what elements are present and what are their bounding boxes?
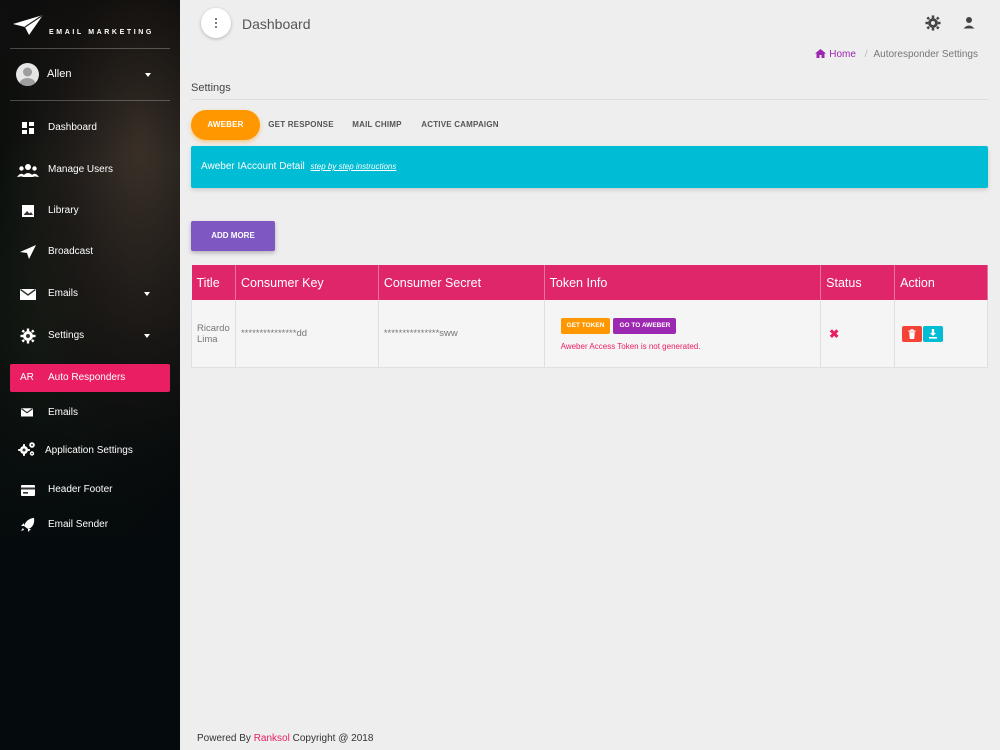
section-title: Settings xyxy=(191,82,231,94)
card-icon xyxy=(21,485,35,496)
tab-active-campaign[interactable]: ACTIVE CAMPAIGN xyxy=(420,110,500,140)
users-icon xyxy=(17,164,39,177)
breadcrumb-home-label: Home xyxy=(829,49,856,60)
page-title: Dashboard xyxy=(242,16,311,32)
gear-icon xyxy=(20,328,36,344)
sidebar-item-email-sender[interactable]: Email Sender xyxy=(10,511,170,539)
sidebar-item-label: Library xyxy=(48,205,79,216)
download-button[interactable] xyxy=(923,325,944,342)
column-header: Consumer Secret xyxy=(378,265,545,300)
footer: Powered By Ranksol Copyright @ 2018 xyxy=(197,733,373,744)
cell-title: Ricardo Lima xyxy=(191,300,236,368)
token-status-message: Aweber Access Token is not generated. xyxy=(560,341,701,351)
sidebar-item-label: Email Sender xyxy=(48,519,109,530)
sidebar-item-label: Dashboard xyxy=(48,122,97,133)
info-panel: Aweber IAccount Detail step by step inst… xyxy=(191,146,988,188)
instructions-link[interactable]: step by step instructions xyxy=(311,162,397,171)
cell-action xyxy=(894,300,988,368)
sidebar-item-dashboard[interactable]: Dashboard xyxy=(10,114,170,142)
breadcrumb: Home / Autoresponder Settings xyxy=(815,49,978,60)
column-header: Consumer Key xyxy=(235,265,379,300)
table-row: Ricardo Lima ***************dd *********… xyxy=(191,300,988,368)
cell-consumer-key: ***************dd xyxy=(235,300,379,368)
sidebar-item-label: Settings xyxy=(48,330,85,341)
close-icon: ✖ xyxy=(829,326,840,341)
chevron-down-icon xyxy=(145,73,151,77)
sidebar-item-label: Header Footer xyxy=(48,484,113,495)
rocket-icon xyxy=(21,518,35,532)
paper-plane-icon xyxy=(13,14,44,35)
info-text-row: Aweber IAccount Detail step by step inst… xyxy=(201,161,396,172)
footer-copyright: Copyright @ 2018 xyxy=(292,733,374,744)
sidebar-item-auto-responders[interactable]: AR Auto Responders xyxy=(10,364,170,392)
chevron-down-icon xyxy=(144,334,150,338)
column-header: Title xyxy=(191,265,236,300)
topbar: Dashboard xyxy=(180,0,1000,48)
cell-token-info: GET TOKEN GO TO AWEBER Aweber Access Toke… xyxy=(544,300,822,368)
sidebar-item-settings[interactable]: Settings xyxy=(10,322,170,350)
breadcrumb-current: Autoresponder Settings xyxy=(873,49,978,60)
home-icon xyxy=(815,49,827,58)
sidebar-item-label: Emails xyxy=(48,288,79,299)
sidebar-item-application-settings[interactable]: Application Settings xyxy=(10,437,170,465)
trash-icon xyxy=(908,328,916,339)
column-header: Status xyxy=(820,265,896,300)
sidebar-item-emails[interactable]: Emails xyxy=(10,280,170,308)
sidebar-item-label: Auto Responders xyxy=(48,372,126,383)
cogs-icon xyxy=(18,442,35,456)
sidebar-divider xyxy=(10,48,170,49)
go-to-aweber-button[interactable]: GO TO AWEBER xyxy=(613,317,677,334)
tab-get-response[interactable]: GET RESPONSE xyxy=(266,110,336,140)
avatar xyxy=(16,63,39,86)
column-header: Action xyxy=(894,265,988,300)
tab-aweber[interactable]: AWEBER xyxy=(191,110,260,140)
send-icon xyxy=(20,245,36,259)
chevron-down-icon xyxy=(144,292,150,296)
add-more-button[interactable]: ADD MORE xyxy=(191,221,275,251)
divider xyxy=(191,99,988,100)
sidebar-item-library[interactable]: Library xyxy=(10,197,170,225)
table-header-row: Title Consumer Key Consumer Secret Token… xyxy=(191,265,988,300)
download-icon xyxy=(929,328,938,339)
mail-icon xyxy=(20,288,36,300)
sidebar-divider xyxy=(10,100,170,101)
sidebar-item-header-footer[interactable]: Header Footer xyxy=(10,476,170,504)
user-menu[interactable]: Allen xyxy=(10,58,170,92)
sidebar-item-emails-settings[interactable]: Emails xyxy=(10,399,170,427)
brand-name: EMAIL MARKETING xyxy=(49,29,154,36)
sidebar-item-label: Manage Users xyxy=(48,164,114,175)
cell-status: ✖ xyxy=(820,300,896,368)
sidebar-item-label: Emails xyxy=(48,407,79,418)
user-icon[interactable] xyxy=(961,15,977,31)
cell-consumer-secret: ***************sww xyxy=(378,300,545,368)
brand[interactable]: EMAIL MARKETING xyxy=(12,12,172,42)
tab-mail-chimp[interactable]: MAIL CHIMP xyxy=(348,110,406,140)
sidebar-item-broadcast[interactable]: Broadcast xyxy=(10,238,170,266)
sidebar: EMAIL MARKETING Allen Dashboard Manage U… xyxy=(0,0,180,750)
image-icon xyxy=(22,205,34,217)
sidebar-item-abbr: AR xyxy=(20,372,34,383)
breadcrumb-home[interactable]: Home xyxy=(815,49,858,60)
get-token-button[interactable]: GET TOKEN xyxy=(560,317,611,334)
menu-toggle-button[interactable] xyxy=(201,8,231,38)
footer-brand-link[interactable]: Ranksol xyxy=(254,733,290,744)
sidebar-item-label: Application Settings xyxy=(45,445,133,456)
gear-icon[interactable] xyxy=(925,15,941,31)
footer-prefix: Powered By xyxy=(197,733,251,744)
column-header: Token Info xyxy=(544,265,822,300)
mail-icon xyxy=(21,408,33,417)
user-name: Allen xyxy=(47,68,72,80)
info-text: Aweber IAccount Detail xyxy=(201,161,305,172)
sidebar-item-manage-users[interactable]: Manage Users xyxy=(10,156,170,184)
autoresponder-table: Title Consumer Key Consumer Secret Token… xyxy=(191,265,988,368)
delete-button[interactable] xyxy=(902,325,923,342)
sidebar-item-label: Broadcast xyxy=(48,246,94,257)
dashboard-icon xyxy=(22,122,34,134)
